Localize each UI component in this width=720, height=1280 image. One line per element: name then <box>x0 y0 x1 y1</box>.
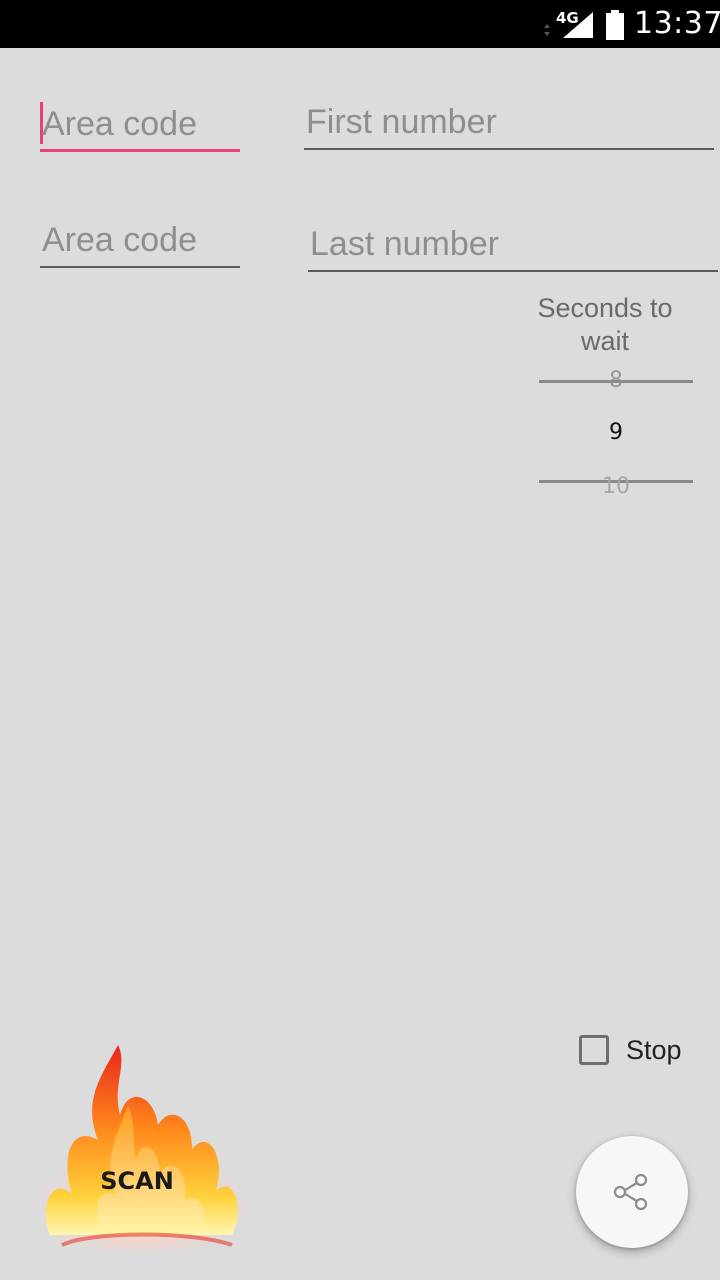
share-button[interactable] <box>576 1136 688 1248</box>
picker-divider-top <box>539 380 693 383</box>
last-number-input[interactable] <box>308 220 718 268</box>
status-bar: 4G 13:37 <box>0 0 720 48</box>
first-number-field[interactable] <box>304 98 714 150</box>
stop-label[interactable]: Stop <box>626 1035 682 1066</box>
clock: 13:37 <box>634 6 720 41</box>
share-icon <box>613 1173 648 1211</box>
seconds-number-picker[interactable]: 8 9 10 <box>539 360 693 500</box>
picker-current-value[interactable]: 9 <box>539 420 693 445</box>
start-area-code-input[interactable] <box>40 100 240 148</box>
first-number-input[interactable] <box>304 98 714 146</box>
last-number-field[interactable] <box>308 220 718 272</box>
stop-checkbox-row[interactable]: Stop <box>579 1031 682 1069</box>
scan-label: SCAN <box>100 1167 174 1195</box>
flame-icon <box>32 1045 254 1250</box>
end-area-code-input[interactable] <box>40 216 240 264</box>
scan-button[interactable]: SCAN <box>32 1045 254 1250</box>
network-type-label: 4G <box>556 9 579 27</box>
battery-icon <box>606 10 624 40</box>
end-area-code-field[interactable] <box>40 216 240 268</box>
stop-checkbox[interactable] <box>579 1035 609 1065</box>
seconds-to-wait-label: Seconds to wait <box>537 293 673 356</box>
start-area-code-field[interactable] <box>40 100 240 152</box>
picker-next-value[interactable]: 10 <box>539 474 693 499</box>
